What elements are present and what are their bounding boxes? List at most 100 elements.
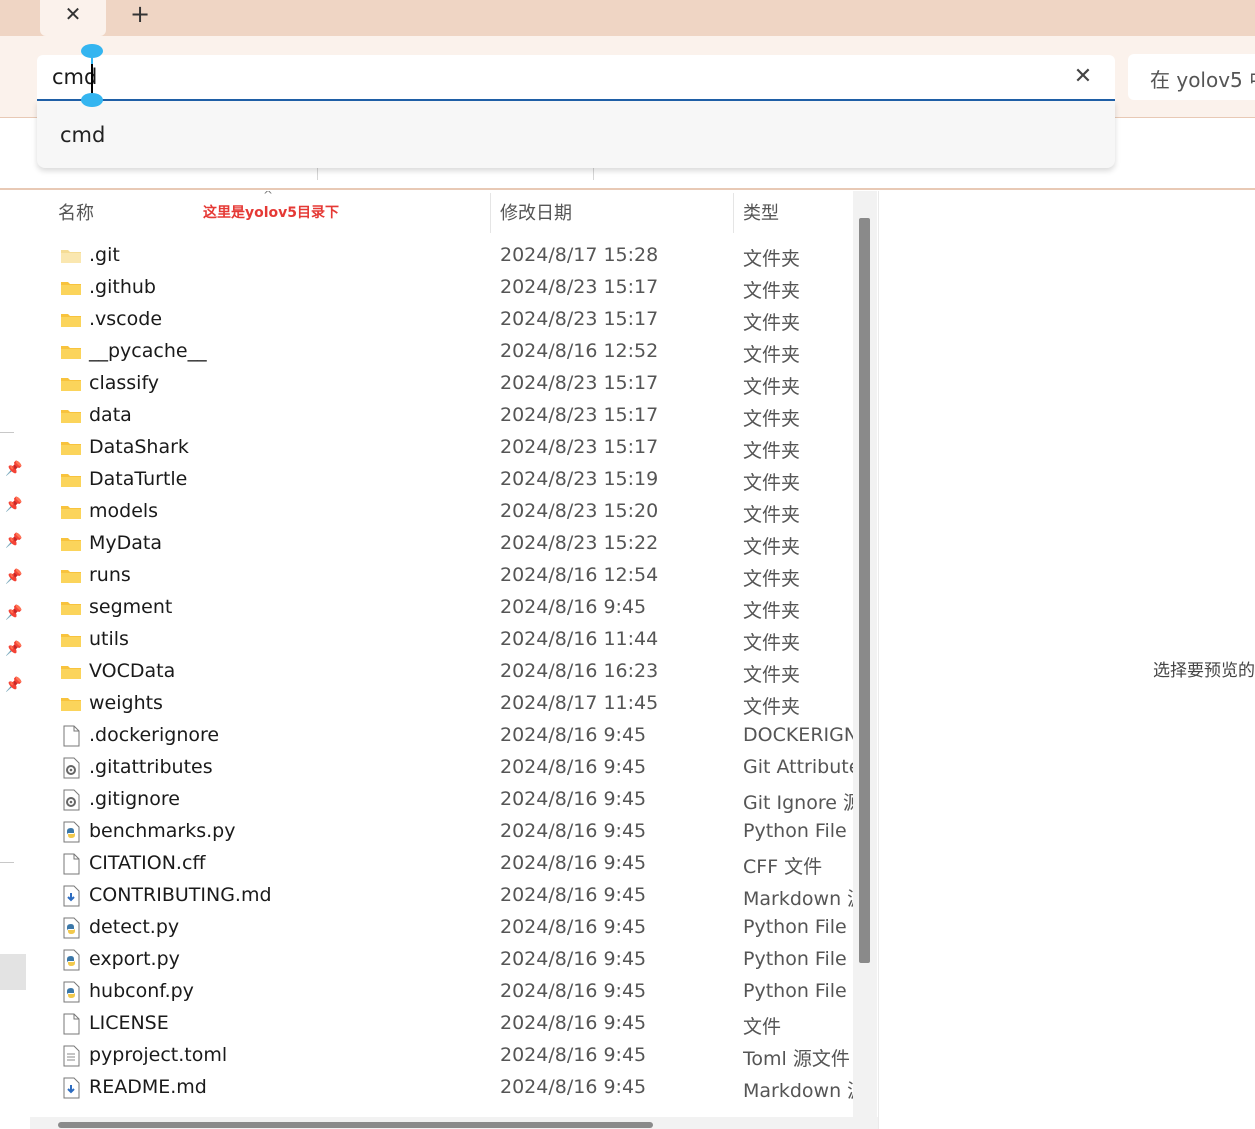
file-name: classify	[89, 372, 160, 394]
file-row[interactable]: classify 2024/8/23 15:17 文件夹	[30, 369, 853, 401]
folder-icon	[60, 533, 82, 555]
close-icon[interactable]: ✕	[1071, 64, 1095, 90]
file-row[interactable]: hubconf.py 2024/8/16 9:45 Python File	[30, 977, 853, 1009]
preview-pane: 选择要预览的	[878, 191, 1255, 1129]
file-icon	[60, 789, 82, 811]
column-header-date[interactable]: 修改日期	[500, 199, 572, 225]
file-type: Python File	[743, 948, 847, 970]
file-icon	[60, 1045, 82, 1067]
file-row[interactable]: VOCData 2024/8/16 16:23 文件夹	[30, 657, 853, 689]
folder-icon	[60, 341, 82, 363]
address-input[interactable]: cmd ✕	[37, 44, 1115, 107]
column-header-name[interactable]: 名称	[58, 199, 94, 225]
file-row[interactable]: runs 2024/8/16 12:54 文件夹	[30, 561, 853, 593]
file-type: Toml 源文件	[743, 1048, 850, 1070]
folder-icon	[60, 309, 82, 331]
file-row[interactable]: .git 2024/8/17 15:28 文件夹	[30, 241, 853, 273]
pin-icon[interactable]: 📌	[4, 459, 24, 479]
file-row[interactable]: DataShark 2024/8/23 15:17 文件夹	[30, 433, 853, 465]
pin-icon[interactable]: 📌	[4, 495, 24, 515]
file-date: 2024/8/23 15:20	[500, 500, 659, 522]
file-type: 文件夹	[743, 440, 801, 462]
file-row[interactable]: .dockerignore 2024/8/16 9:45 DOCKERIGN	[30, 721, 853, 753]
column-header-type[interactable]: 类型	[743, 199, 779, 225]
file-date: 2024/8/16 9:45	[500, 788, 647, 810]
tab-bar: ✕ +	[0, 0, 1255, 36]
file-name: LICENSE	[89, 1012, 169, 1034]
file-type: 文件夹	[743, 344, 801, 366]
column-separator[interactable]	[733, 193, 734, 233]
file-type: CFF 文件	[743, 856, 823, 878]
file-date: 2024/8/16 16:23	[500, 660, 659, 682]
folder-icon	[60, 373, 82, 395]
column-separator[interactable]	[490, 193, 491, 233]
file-name: segment	[89, 596, 173, 618]
horizontal-scroll-thumb[interactable]	[58, 1122, 653, 1128]
file-row[interactable]: models 2024/8/23 15:20 文件夹	[30, 497, 853, 529]
file-type: 文件夹	[743, 376, 801, 398]
pin-icon[interactable]: 📌	[4, 675, 24, 695]
file-row[interactable]: CONTRIBUTING.md 2024/8/16 9:45 Markdown 源	[30, 881, 853, 913]
nav-selected-item[interactable]	[0, 954, 26, 990]
pin-icon[interactable]: 📌	[4, 639, 24, 659]
file-name: runs	[89, 564, 131, 586]
plus-icon[interactable]: +	[127, 1, 153, 27]
nav-divider	[0, 862, 14, 863]
file-row[interactable]: .gitignore 2024/8/16 9:45 Git Ignore 源	[30, 785, 853, 817]
navigation-pane: 📌 📌 📌 📌 📌 📌 📌	[0, 191, 30, 1129]
file-date: 2024/8/16 9:45	[500, 916, 647, 938]
suggestion-item[interactable]: cmd	[60, 123, 105, 147]
pin-icon[interactable]: 📌	[4, 531, 24, 551]
file-row[interactable]: .github 2024/8/23 15:17 文件夹	[30, 273, 853, 305]
file-row[interactable]: MyData 2024/8/23 15:22 文件夹	[30, 529, 853, 561]
file-date: 2024/8/16 9:45	[500, 884, 647, 906]
file-row[interactable]: data 2024/8/23 15:17 文件夹	[30, 401, 853, 433]
file-date: 2024/8/16 9:45	[500, 1012, 647, 1034]
vertical-scroll-thumb[interactable]	[859, 218, 870, 963]
file-name: .github	[89, 276, 156, 298]
file-row[interactable]: CITATION.cff 2024/8/16 9:45 CFF 文件	[30, 849, 853, 881]
file-type: 文件夹	[743, 664, 801, 686]
file-row[interactable]: LICENSE 2024/8/16 9:45 文件	[30, 1009, 853, 1041]
selection-handle-bottom[interactable]	[81, 93, 103, 107]
folder-icon	[60, 277, 82, 299]
file-name: DataTurtle	[89, 468, 188, 490]
folder-icon	[60, 245, 82, 267]
close-icon[interactable]: ✕	[61, 2, 85, 26]
sort-up-icon: ^	[263, 191, 274, 202]
selection-handle-top[interactable]	[81, 44, 103, 64]
file-icon	[60, 853, 82, 875]
file-row[interactable]: detect.py 2024/8/16 9:45 Python File	[30, 913, 853, 945]
file-row[interactable]: README.md 2024/8/16 9:45 Markdown 源	[30, 1073, 853, 1105]
pin-icon[interactable]: 📌	[4, 567, 24, 587]
file-date: 2024/8/17 11:45	[500, 692, 659, 714]
file-row[interactable]: segment 2024/8/16 9:45 文件夹	[30, 593, 853, 625]
file-row[interactable]: utils 2024/8/16 11:44 文件夹	[30, 625, 853, 657]
folder-icon	[60, 437, 82, 459]
file-name: CONTRIBUTING.md	[89, 884, 272, 906]
file-date: 2024/8/16 12:54	[500, 564, 659, 586]
file-row[interactable]: benchmarks.py 2024/8/16 9:45 Python File	[30, 817, 853, 849]
pin-icon[interactable]: 📌	[4, 603, 24, 623]
file-name: hubconf.py	[89, 980, 194, 1002]
file-name: utils	[89, 628, 129, 650]
file-date: 2024/8/17 15:28	[500, 244, 659, 266]
file-row[interactable]: export.py 2024/8/16 9:45 Python File	[30, 945, 853, 977]
file-type: 文件夹	[743, 248, 801, 270]
file-name: __pycache__	[89, 340, 207, 362]
search-box[interactable]: 在 yolov5 中	[1128, 54, 1255, 100]
file-date: 2024/8/16 9:45	[500, 852, 647, 874]
preview-message: 选择要预览的	[1153, 661, 1255, 681]
file-row[interactable]: weights 2024/8/17 11:45 文件夹	[30, 689, 853, 721]
file-row[interactable]: .gitattributes 2024/8/16 9:45 Git Attribut…	[30, 753, 853, 785]
file-row[interactable]: pyproject.toml 2024/8/16 9:45 Toml 源文件	[30, 1041, 853, 1073]
folder-icon	[60, 661, 82, 683]
file-date: 2024/8/23 15:19	[500, 468, 659, 490]
file-row[interactable]: __pycache__ 2024/8/16 12:52 文件夹	[30, 337, 853, 369]
file-row[interactable]: DataTurtle 2024/8/23 15:19 文件夹	[30, 465, 853, 497]
file-type: 文件夹	[743, 632, 801, 654]
folder-icon	[60, 597, 82, 619]
file-row[interactable]: .vscode 2024/8/23 15:17 文件夹	[30, 305, 853, 337]
file-type: Git Attribute	[743, 756, 853, 778]
file-type: 文件夹	[743, 536, 801, 558]
